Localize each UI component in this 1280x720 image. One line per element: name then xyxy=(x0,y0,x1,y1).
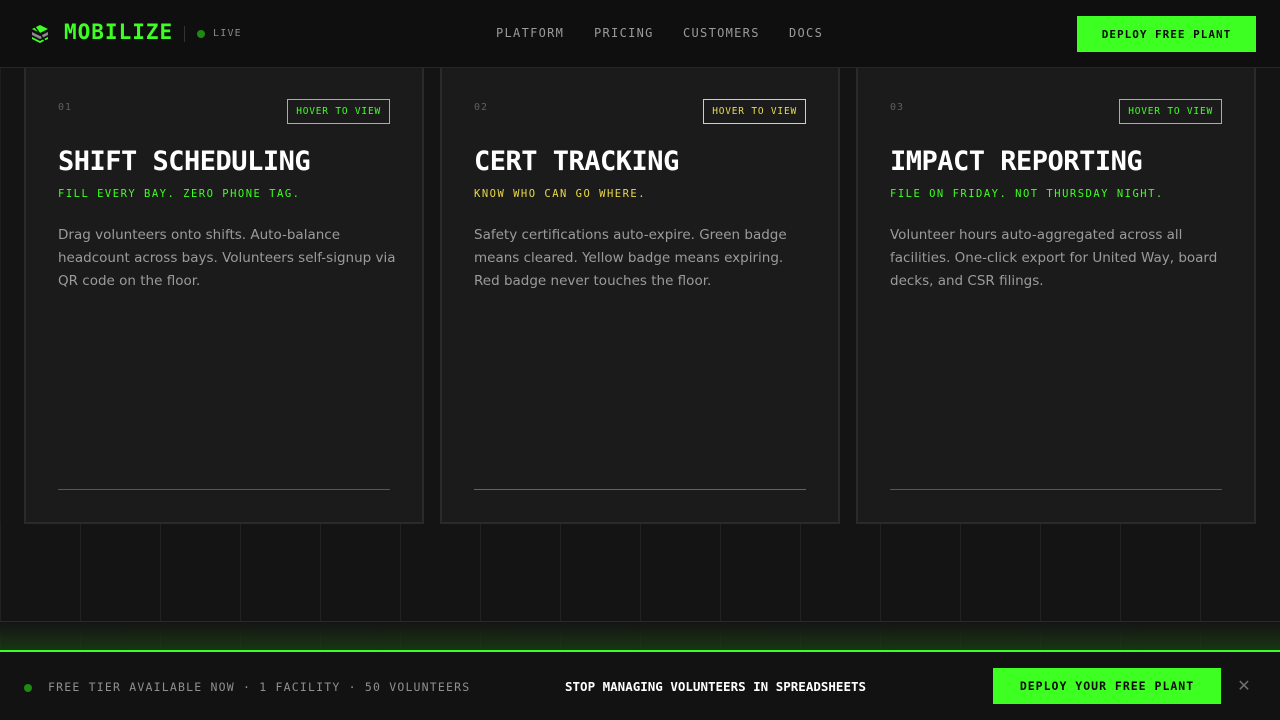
card-description: Drag volunteers onto shifts. Auto-balanc… xyxy=(58,227,396,289)
card-number: 03 xyxy=(890,102,905,113)
hover-to-view-badge[interactable]: HOVER TO VIEW xyxy=(703,99,806,124)
card-description: Safety certifications auto-expire. Green… xyxy=(474,227,787,289)
feature-card-shift-scheduling: 01 HOVER TO VIEW SHIFT SCHEDULING FILL E… xyxy=(24,46,424,524)
cta-headline: STOP MANAGING VOLUNTEERS IN SPREADSHEETS xyxy=(565,679,867,694)
card-subtitle: KNOW WHO CAN GO WHERE. xyxy=(474,188,647,200)
nav-link-platform[interactable]: PLATFORM xyxy=(496,26,564,40)
nav-link-docs[interactable]: DOCS xyxy=(789,26,823,40)
hover-to-view-badge[interactable]: HOVER TO VIEW xyxy=(1119,99,1222,124)
top-nav: MOBILIZE LIVE PLATFORM PRICING CUSTOMERS… xyxy=(0,0,1280,68)
card-subtitle: FILL EVERY BAY. ZERO PHONE TAG. xyxy=(58,188,301,200)
hover-to-view-badge[interactable]: HOVER TO VIEW xyxy=(287,99,390,124)
card-accent-line xyxy=(474,489,806,490)
nav-link-pricing[interactable]: PRICING xyxy=(594,26,654,40)
background-grid xyxy=(0,524,1280,622)
card-number: 01 xyxy=(58,102,73,113)
card-title: CERT TRACKING xyxy=(474,146,679,177)
close-icon[interactable]: ✕ xyxy=(1236,678,1252,694)
feature-card-cert-tracking: 02 HOVER TO VIEW CERT TRACKING KNOW WHO … xyxy=(440,46,840,524)
feature-card-impact-reporting: 03 HOVER TO VIEW IMPACT REPORTING FILE O… xyxy=(856,46,1256,524)
card-accent-line xyxy=(890,489,1222,490)
free-tier-text: FREE TIER AVAILABLE NOW · 1 FACILITY · 5… xyxy=(48,680,471,694)
card-title: IMPACT REPORTING xyxy=(890,146,1143,177)
deploy-your-free-plant-button[interactable]: DEPLOY YOUR FREE PLANT xyxy=(993,668,1221,704)
card-title: SHIFT SCHEDULING xyxy=(58,146,311,177)
green-glow xyxy=(0,622,1280,650)
deploy-free-plant-button[interactable]: DEPLOY FREE PLANT xyxy=(1077,16,1256,52)
status-dot xyxy=(24,684,32,692)
card-accent-line xyxy=(58,489,390,490)
nav-link-customers[interactable]: CUSTOMERS xyxy=(683,26,760,40)
card-subtitle: FILE ON FRIDAY. NOT THURSDAY NIGHT. xyxy=(890,188,1164,200)
card-number: 02 xyxy=(474,102,489,113)
sticky-cta-bar: FREE TIER AVAILABLE NOW · 1 FACILITY · 5… xyxy=(0,650,1280,720)
card-description: Volunteer hours auto-aggregated across a… xyxy=(890,227,1218,289)
